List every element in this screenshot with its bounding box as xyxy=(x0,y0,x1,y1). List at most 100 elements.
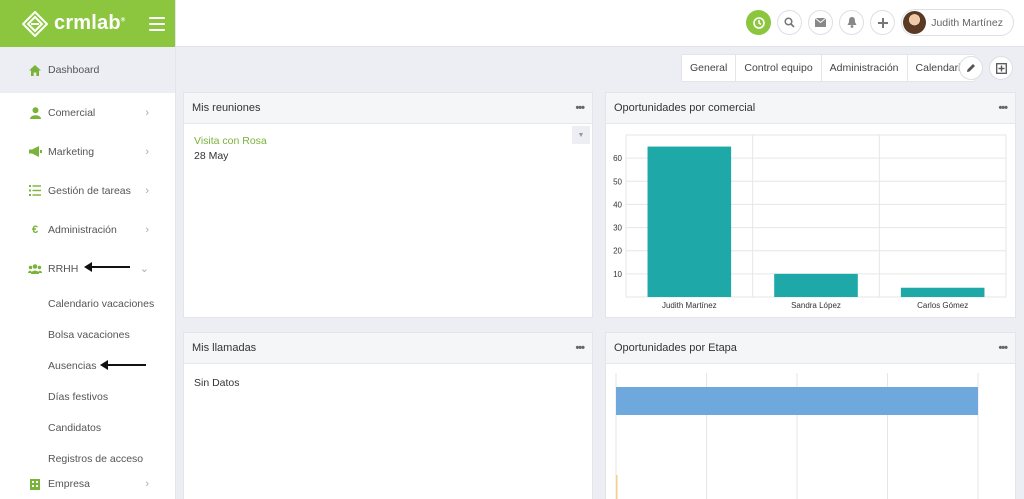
edit-button[interactable] xyxy=(959,56,983,80)
bell-icon[interactable] xyxy=(839,10,865,35)
chevron-down-icon: ⌄ xyxy=(139,263,149,275)
y-tick-label: 60 xyxy=(613,154,622,163)
panel-title: Mis llamadas xyxy=(192,342,257,354)
sidebar-item-empresa[interactable]: Empresa › xyxy=(0,474,175,499)
y-tick-label: 40 xyxy=(613,200,622,209)
chevron-right-icon: › xyxy=(145,145,149,158)
chevron-right-icon: › xyxy=(145,106,149,119)
plus-icon[interactable] xyxy=(870,10,896,35)
submenu-label: Bolsa vacaciones xyxy=(48,328,130,341)
calls-panel: Mis llamadas ••• Sin Datos xyxy=(183,332,593,499)
meetings-panel: Mis reuniones ••• ▼ Visita con Rosa 28 M… xyxy=(183,92,593,318)
users-icon xyxy=(28,263,42,275)
sidebar-item-label: Gestión de tareas xyxy=(48,184,131,197)
sidebar-nav-bottom: Empresa › xyxy=(0,474,175,499)
submenu-label: Candidatos xyxy=(48,421,102,434)
clock-icon[interactable] xyxy=(746,10,772,35)
panel-header: Mis reuniones ••• xyxy=(184,93,592,124)
meeting-item-title[interactable]: Visita con Rosa xyxy=(194,135,267,147)
brand-bar: crmlab® xyxy=(0,0,175,47)
avatar xyxy=(903,11,927,34)
submenu-label: Días festivos xyxy=(48,390,109,403)
submenu-label: Calendario vacaciones xyxy=(48,297,155,310)
user-name: Judith Martínez xyxy=(931,16,1003,29)
opportunities-by-salesperson-panel: Oportunidades por comercial ••• 10 20 30 40… xyxy=(605,92,1016,318)
x-tick-label: Carlos Gómez xyxy=(917,301,968,310)
sidebar-item-comercial[interactable]: Comercial › xyxy=(0,93,175,132)
annotation-arrow-rrhh xyxy=(84,262,130,272)
dashboard-tabs: General Control equipo Administración Ca… xyxy=(681,54,976,82)
brand-name: crmlab® xyxy=(54,12,126,34)
panel-header: Mis llamadas ••• xyxy=(184,333,592,364)
sidebar: crmlab® Dashboard Comercial › Marketing … xyxy=(0,0,176,499)
submenu-dias-festivos[interactable]: Días festivos xyxy=(0,381,175,412)
sidebar-item-dashboard[interactable]: Dashboard xyxy=(0,47,175,93)
sidebar-item-label: Administración xyxy=(48,223,117,236)
submenu-registros-acceso[interactable]: Registros de acceso xyxy=(0,443,175,474)
y-tick-label: 10 xyxy=(613,270,622,279)
tab-administracion[interactable]: Administración xyxy=(822,55,908,81)
megaphone-icon xyxy=(28,146,42,158)
bar xyxy=(774,273,858,297)
search-icon[interactable] xyxy=(777,10,803,35)
tab-control-equipo[interactable]: Control equipo xyxy=(736,55,822,81)
bar xyxy=(647,146,732,297)
y-tick-label: 20 xyxy=(613,247,622,256)
sidebar-item-label: Empresa xyxy=(48,478,91,490)
building-icon xyxy=(28,478,42,490)
submenu-candidatos[interactable]: Candidatos xyxy=(0,412,175,443)
pencil-icon xyxy=(967,64,975,72)
tab-general[interactable]: General xyxy=(682,55,737,81)
more-options-icon[interactable]: ••• xyxy=(575,342,585,354)
sidebar-nav: Dashboard Comercial › Marketing › Gestió… xyxy=(0,47,175,288)
sidebar-item-administracion[interactable]: € Administración › xyxy=(0,210,175,249)
panel-title: Oportunidades por Etapa xyxy=(614,342,737,354)
rrhh-submenu: Calendario vacaciones Bolsa vacaciones A… xyxy=(0,288,175,474)
bar xyxy=(900,287,985,297)
user-menu[interactable]: Judith Martínez xyxy=(901,9,1014,36)
submenu-ausencias[interactable]: Ausencias xyxy=(0,350,175,381)
submenu-bolsa-vacaciones[interactable]: Bolsa vacaciones xyxy=(0,319,175,350)
meeting-item-date: 28 May xyxy=(194,150,229,162)
task-list-icon xyxy=(28,185,42,197)
topbar-actions: Judith Martínez xyxy=(746,9,1014,36)
panel-header: Oportunidades por comercial ••• xyxy=(606,93,1015,124)
sidebar-item-label: Marketing xyxy=(48,145,95,158)
stage-bar-chart xyxy=(615,373,979,499)
brand-logo[interactable]: crmlab® xyxy=(22,10,126,37)
chevron-right-icon: › xyxy=(145,478,149,490)
annotation-arrow-ausencias xyxy=(100,360,146,370)
add-widget-button[interactable] xyxy=(989,56,1013,80)
opportunities-by-stage-panel: Oportunidades por Etapa ••• xyxy=(605,332,1016,499)
more-options-icon[interactable]: ••• xyxy=(575,102,585,114)
scroll-down-icon[interactable]: ▼ xyxy=(572,126,590,144)
y-tick-label: 50 xyxy=(613,177,622,186)
panel-header: Oportunidades por Etapa ••• xyxy=(606,333,1015,364)
euro-icon: € xyxy=(31,223,39,236)
chevron-right-icon: › xyxy=(145,184,149,197)
empty-state-text: Sin Datos xyxy=(194,377,240,389)
x-tick-label: Judith Martínez xyxy=(662,301,717,310)
mail-icon[interactable] xyxy=(808,10,834,35)
sidebar-item-marketing[interactable]: Marketing › xyxy=(0,132,175,171)
more-options-icon[interactable]: ••• xyxy=(998,102,1008,114)
topbar: Judith Martínez xyxy=(176,0,1024,47)
sidebar-item-label: Dashboard xyxy=(48,64,100,76)
panel-title: Mis reuniones xyxy=(192,102,261,114)
y-tick-label: 30 xyxy=(613,224,622,233)
crmlab-logo-icon xyxy=(22,10,48,37)
home-icon xyxy=(28,64,42,76)
submenu-label: Registros de acceso xyxy=(48,452,144,465)
sidebar-item-label: RRHH xyxy=(48,262,79,275)
user-icon xyxy=(28,106,42,119)
sidebar-item-tareas[interactable]: Gestión de tareas › xyxy=(0,171,175,210)
add-square-icon xyxy=(995,62,1007,74)
bar xyxy=(616,475,618,499)
bar xyxy=(616,387,978,415)
more-options-icon[interactable]: ••• xyxy=(998,342,1008,354)
sidebar-item-label: Comercial xyxy=(48,106,96,119)
submenu-label: Ausencias xyxy=(48,359,97,372)
submenu-calendario-vacaciones[interactable]: Calendario vacaciones xyxy=(0,288,175,319)
salesperson-bar-chart: 10 20 30 40 50 60 Judith Martínez Sandra López C… xyxy=(613,134,1007,310)
menu-toggle-icon[interactable] xyxy=(149,16,165,31)
